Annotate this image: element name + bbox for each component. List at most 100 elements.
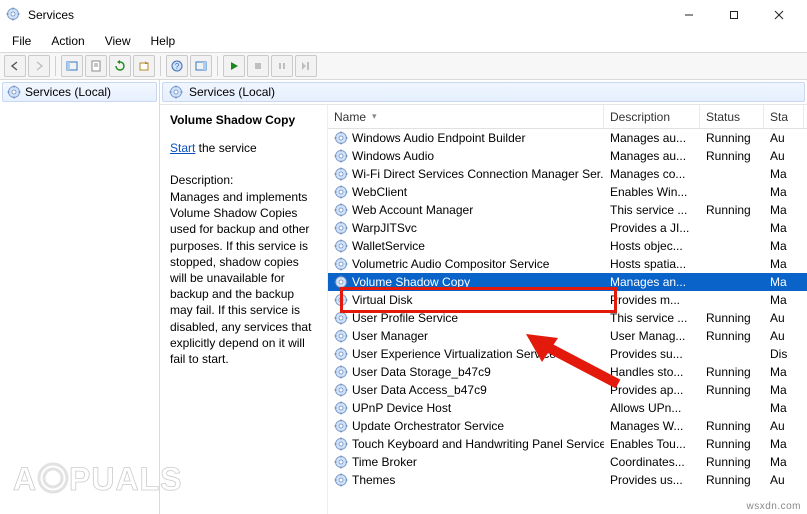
export-list-button[interactable]	[133, 55, 155, 77]
restart-service-button[interactable]	[295, 55, 317, 77]
service-row[interactable]: Windows Audio Endpoint BuilderManages au…	[328, 129, 807, 147]
service-row[interactable]: WalletService Hosts objec... Ma	[328, 237, 807, 255]
service-startup: Ma	[764, 437, 804, 451]
service-row[interactable]: User Data Storage_b47c9Handles sto...Run…	[328, 363, 807, 381]
menu-view[interactable]: View	[97, 32, 139, 50]
properties-button[interactable]	[85, 55, 107, 77]
service-status: Running	[700, 455, 764, 469]
column-header-status[interactable]: Status	[700, 105, 764, 128]
service-row[interactable]: Volumetric Audio Compositor ServiceHosts…	[328, 255, 807, 273]
service-row[interactable]: Touch Keyboard and Handwriting Panel Ser…	[328, 435, 807, 453]
service-status: Running	[700, 383, 764, 397]
service-row[interactable]: Virtual DiskProvides m...Ma	[328, 291, 807, 309]
menu-action[interactable]: Action	[43, 32, 92, 50]
service-status: Running	[700, 311, 764, 325]
details-pane: Volume Shadow Copy Start the service Des…	[160, 105, 328, 514]
service-description: Provides a JI...	[604, 221, 700, 235]
menu-file[interactable]: File	[4, 32, 39, 50]
start-service-button[interactable]	[223, 55, 245, 77]
selected-service-name: Volume Shadow Copy	[170, 113, 317, 127]
service-gear-icon	[334, 185, 348, 199]
service-gear-icon	[334, 149, 348, 163]
service-gear-icon	[334, 239, 348, 253]
svg-text:?: ?	[175, 62, 180, 71]
service-name: Touch Keyboard and Handwriting Panel Ser…	[352, 437, 604, 451]
service-description: Manages W...	[604, 419, 700, 433]
refresh-button[interactable]	[109, 55, 131, 77]
service-row[interactable]: Update Orchestrator Service Manages W...R…	[328, 417, 807, 435]
service-description: Hosts spatia...	[604, 257, 700, 271]
service-startup: Ma	[764, 365, 804, 379]
service-description: Handles sto...	[604, 365, 700, 379]
column-header-startup[interactable]: Sta	[764, 105, 804, 128]
help-button[interactable]: ?	[166, 55, 188, 77]
service-row[interactable]: Wi-Fi Direct Services Connection Manager…	[328, 165, 807, 183]
service-row[interactable]: Time BrokerCoordinates...RunningMa	[328, 453, 807, 471]
pause-service-button[interactable]	[271, 55, 293, 77]
back-button[interactable]	[4, 55, 26, 77]
forward-button[interactable]	[28, 55, 50, 77]
service-name: User Manager	[352, 329, 428, 343]
service-gear-icon	[334, 455, 348, 469]
service-description: Hosts objec...	[604, 239, 700, 253]
service-row[interactable]: Volume Shadow CopyManages an...Ma	[328, 273, 807, 291]
service-gear-icon	[334, 365, 348, 379]
service-row[interactable]: UPnP Device HostAllows UPn...Ma	[328, 399, 807, 417]
service-row[interactable]: WarpJITSvcProvides a JI...Ma	[328, 219, 807, 237]
sort-indicator-icon: ▾	[372, 111, 377, 122]
window-title: Services	[28, 8, 666, 22]
service-startup: Ma	[764, 239, 804, 253]
service-startup: Ma	[764, 185, 804, 199]
show-hide-console-tree-button[interactable]	[61, 55, 83, 77]
service-row[interactable]: Web Account ManagerThis service ...Runni…	[328, 201, 807, 219]
service-startup: Dis	[764, 347, 804, 361]
service-row[interactable]: User Experience Virtualization ServicePr…	[328, 345, 807, 363]
service-name: Wi-Fi Direct Services Connection Manager…	[352, 167, 604, 181]
service-description: Provides us...	[604, 473, 700, 487]
service-name: WarpJITSvc	[352, 221, 417, 235]
column-header-row: Name▾ Description Status Sta	[328, 105, 807, 129]
service-row[interactable]: User Data Access_b47c9Provides ap...Runn…	[328, 381, 807, 399]
service-startup: Ma	[764, 383, 804, 397]
service-description: Enables Win...	[604, 185, 700, 199]
service-startup: Au	[764, 311, 804, 325]
service-status: Running	[700, 365, 764, 379]
service-row[interactable]: WebClientEnables Win...Ma	[328, 183, 807, 201]
service-name: Volume Shadow Copy	[352, 275, 470, 289]
service-gear-icon	[334, 383, 348, 397]
service-row[interactable]: User Profile ServiceThis service ...Runn…	[328, 309, 807, 327]
service-status: Running	[700, 329, 764, 343]
stop-service-button[interactable]	[247, 55, 269, 77]
service-gear-icon	[334, 293, 348, 307]
maximize-button[interactable]	[711, 1, 756, 29]
service-gear-icon	[334, 203, 348, 217]
service-row[interactable]: User ManagerUser Manag...RunningAu	[328, 327, 807, 345]
service-startup: Ma	[764, 293, 804, 307]
service-gear-icon	[334, 131, 348, 145]
service-row[interactable]: Windows AudioManages au...RunningAu	[328, 147, 807, 165]
service-startup: Ma	[764, 167, 804, 181]
column-header-name[interactable]: Name▾	[328, 105, 604, 128]
service-name: Time Broker	[352, 455, 417, 469]
menu-help[interactable]: Help	[143, 32, 184, 50]
column-header-description[interactable]: Description	[604, 105, 700, 128]
service-description: Manages au...	[604, 131, 700, 145]
service-gear-icon	[334, 437, 348, 451]
minimize-button[interactable]	[666, 1, 711, 29]
action-pane-button[interactable]	[190, 55, 212, 77]
service-startup: Au	[764, 149, 804, 163]
service-name: User Data Access_b47c9	[352, 383, 487, 397]
services-list[interactable]: Name▾ Description Status Sta Windows Aud…	[328, 105, 807, 514]
service-status: Running	[700, 419, 764, 433]
service-startup: Au	[764, 419, 804, 433]
close-button[interactable]	[756, 1, 801, 29]
service-row[interactable]: ThemesProvides us...RunningAu	[328, 471, 807, 489]
service-description: Manages an...	[604, 275, 700, 289]
start-service-link[interactable]: Start	[170, 141, 195, 155]
service-startup: Ma	[764, 203, 804, 217]
service-description: Manages co...	[604, 167, 700, 181]
tree-item-services-local[interactable]: Services (Local)	[2, 82, 157, 102]
service-name: Virtual Disk	[352, 293, 412, 307]
service-name: Update Orchestrator Service	[352, 419, 504, 433]
service-name: WalletService	[352, 239, 425, 253]
